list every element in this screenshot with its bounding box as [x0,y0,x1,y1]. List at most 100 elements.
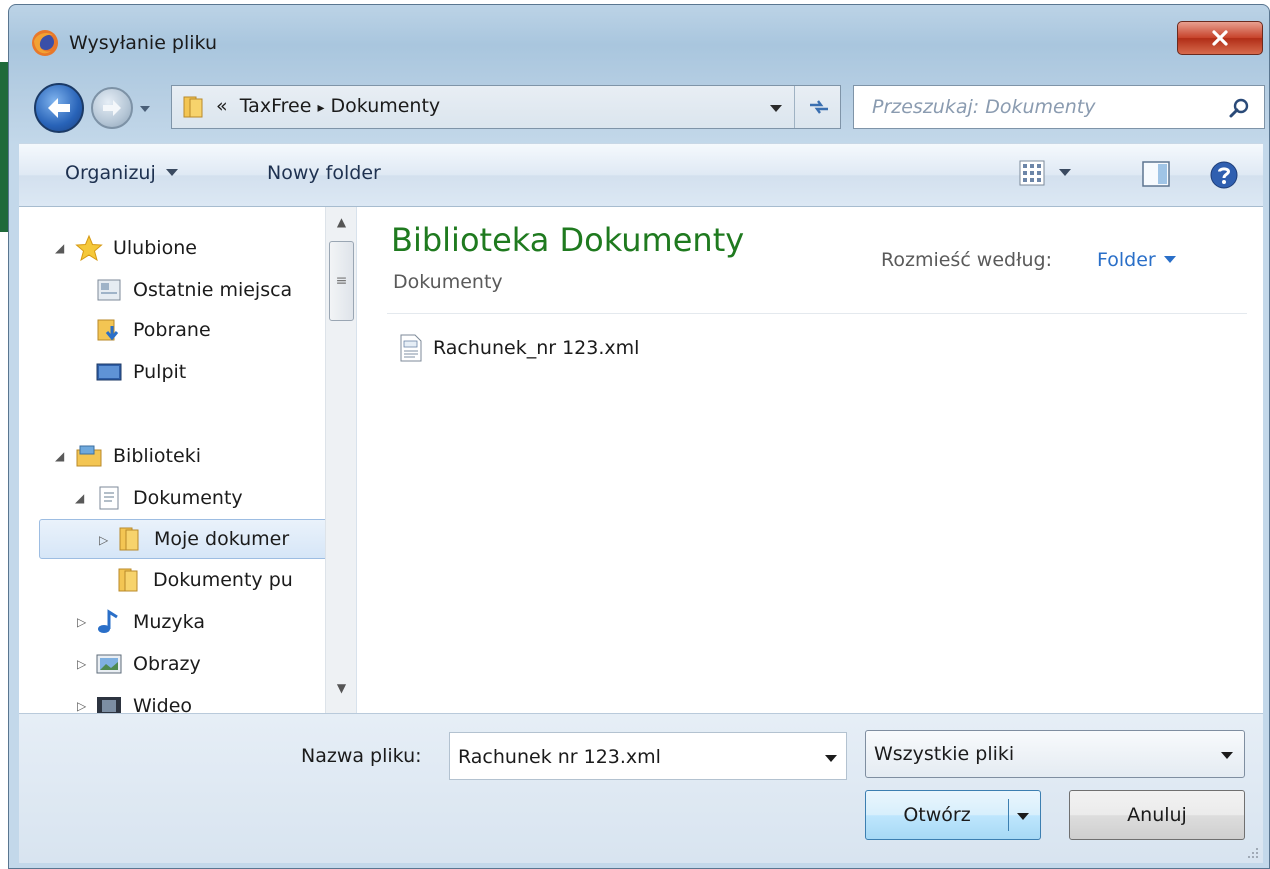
sidebar-item-label: Moje dokumer [154,528,290,550]
organize-button[interactable]: Organizuj [65,162,178,184]
forward-button[interactable] [91,87,133,129]
sidebar-item-desktop[interactable]: Pulpit [95,353,186,391]
pictures-icon [96,654,122,674]
address-bar[interactable]: « TaxFree ▸ Dokumenty [171,85,841,129]
sidebar-item-music[interactable]: Muzyka [95,603,205,641]
sidebar-item-label: Ulubione [113,237,197,259]
expand-videos-icon[interactable]: ▷ [77,699,86,713]
views-icon [1019,160,1045,186]
scroll-thumb[interactable]: ≡ [329,241,354,321]
close-icon [1212,30,1228,46]
file-item[interactable]: Rachunek_nr 123.xml [397,333,639,363]
sidebar-item-label: Obrazy [133,653,201,675]
video-icon [97,697,121,713]
search-input[interactable]: Przeszukaj: Dokumenty [853,85,1265,129]
organize-label: Organizuj [65,162,156,184]
recent-places-icon [97,279,121,301]
breadcrumb[interactable]: « TaxFree ▸ Dokumenty [216,95,440,117]
sidebar-item-label: Muzyka [133,611,205,633]
folder-icon [183,96,203,118]
window-title: Wysyłanie pliku [69,32,218,54]
refresh-icon [809,100,828,114]
music-icon [98,609,118,633]
file-type-value: Wszystkie pliki [874,743,1015,765]
file-list-pane[interactable]: Biblioteka Dokumenty Dokumenty Rozmieść … [357,207,1263,713]
sidebar-item-label: Ostatnie miejsca [133,279,293,301]
search-placeholder: Przeszukaj: Dokumenty [872,96,1096,118]
recent-pages-dropdown-icon[interactable] [137,101,153,117]
sidebar-item-recent-places[interactable]: Ostatnie miejsca [95,271,292,309]
filename-field[interactable]: Rachunek nr 123.xml [449,732,847,780]
expand-music-icon[interactable]: ▷ [77,615,86,629]
arrow-right-icon [103,100,121,116]
chevron-down-icon [165,169,178,176]
resize-grip-icon[interactable] [1247,847,1259,859]
folder-icon [119,527,139,551]
expand-my-documents-icon[interactable]: ▷ [99,533,108,547]
library-title: Biblioteka Dokumenty [391,221,745,259]
filename-label: Nazwa pliku: [301,745,422,767]
dialog-footer: Nazwa pliku: Rachunek nr 123.xml Wszystk… [19,713,1263,863]
help-icon[interactable] [1209,160,1239,190]
scroll-down-icon[interactable]: ▼ [326,673,356,703]
breadcrumb-item-taxfree[interactable]: TaxFree [240,95,312,117]
expand-pictures-icon[interactable]: ▷ [77,657,86,671]
close-button[interactable] [1177,21,1263,55]
open-button[interactable]: Otwórz [865,790,1041,840]
chevron-down-icon [1059,169,1071,176]
star-icon [75,234,103,262]
sidebar-item-label: Biblioteki [113,445,201,467]
sidebar-item-label: Pobrane [133,319,211,341]
sidebar-item-pictures[interactable]: Obrazy [95,645,201,683]
new-folder-button[interactable]: Nowy folder [267,162,381,184]
sidebar-item-favorites[interactable]: Ulubione [75,229,197,267]
file-name: Rachunek_nr 123.xml [433,337,640,359]
breadcrumb-item-dokumenty[interactable]: Dokumenty [331,95,441,117]
sidebar-item-public-documents[interactable]: Dokumenty pu [115,561,293,599]
arrow-left-icon [48,98,70,118]
open-options-dropdown-icon[interactable] [1016,811,1030,821]
xml-file-icon [400,334,422,362]
collapse-documents-icon[interactable]: ◢ [75,491,84,505]
sidebar-item-downloads[interactable]: Pobrane [95,311,211,349]
filename-dropdown-icon[interactable] [824,753,838,763]
collapse-libraries-icon[interactable]: ◢ [55,449,64,463]
filename-value[interactable]: Rachunek nr 123.xml [458,746,661,768]
sidebar-item-label: Pulpit [133,361,187,383]
cancel-button[interactable]: Anuluj [1069,790,1245,840]
sidebar-item-videos[interactable]: Wideo [95,687,192,713]
preview-pane-icon[interactable] [1141,160,1171,188]
sidebar-item-my-documents[interactable]: Moje dokumer [39,519,331,559]
file-type-select[interactable]: Wszystkie pliki [865,730,1245,778]
sidebar-item-label: Dokumenty [133,487,243,509]
sidebar-item-label: Dokumenty pu [153,569,293,591]
chevron-down-icon [1163,256,1176,263]
scroll-up-icon[interactable]: ▲ [326,207,356,237]
arrange-by-value: Folder [1097,249,1156,271]
back-button[interactable] [34,83,84,133]
search-icon[interactable] [1228,97,1250,119]
refresh-button[interactable] [794,86,842,128]
nav-scrollbar[interactable]: ▲ ≡ ▼ [325,207,356,713]
arrange-by-dropdown[interactable]: Folder [1097,249,1176,271]
navigation-pane[interactable]: ◢ Ulubione Ostatnie miejsca Pobrane Pulp… [19,207,357,713]
collapse-favorites-icon[interactable]: ◢ [55,241,64,255]
chevron-down-icon [1221,752,1233,759]
documents-library-icon [99,486,119,510]
change-view-button[interactable] [1019,160,1071,186]
arrange-by-label: Rozmieść według: [881,249,1052,271]
command-toolbar: Organizuj Nowy folder [19,143,1263,207]
file-open-dialog: Wysyłanie pliku « TaxFree ▸ Dokumenty Pr… [8,4,1270,869]
libraries-icon [76,445,102,467]
folder-icon [118,568,138,592]
title-bar[interactable]: Wysyłanie pliku [9,5,1269,77]
breadcrumb-overflow[interactable]: « [216,95,228,117]
open-button-label: Otwórz [903,804,971,826]
desktop-icon [96,363,122,381]
downloads-folder-icon [97,319,119,341]
address-dropdown-icon[interactable] [769,103,783,113]
divider [387,313,1247,314]
breadcrumb-separator-icon[interactable]: ▸ [317,100,324,116]
sidebar-item-documents[interactable]: Dokumenty [95,479,243,517]
sidebar-item-libraries[interactable]: Biblioteki [75,437,201,475]
